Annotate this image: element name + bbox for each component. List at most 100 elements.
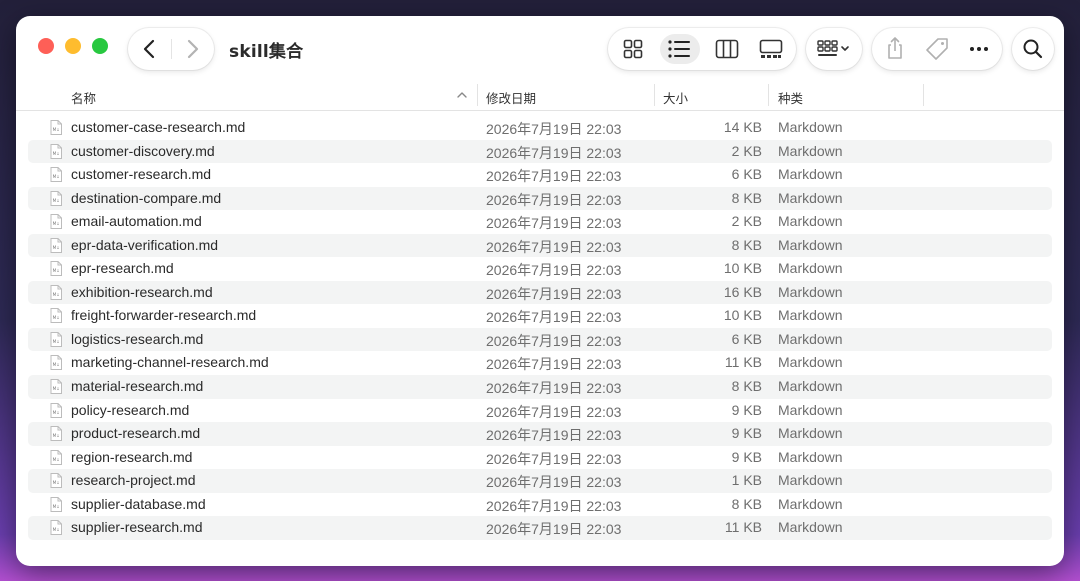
file-name: marketing-channel-research.md [71,354,269,371]
forward-button[interactable] [180,37,204,61]
share-icon [888,37,902,59]
file-row[interactable]: M↓ logistics-research.md 2026年7月19日 22:03 6… [28,327,1052,352]
file-size: 9 KB [731,425,762,442]
file-row[interactable]: M↓ customer-discovery.md 2026年7月19日 22:03 2… [28,139,1052,164]
file-row[interactable]: M↓ region-research.md 2026年7月19日 22:03 9 KB… [28,446,1052,470]
file-row[interactable]: M↓ supplier-research.md 2026年7月19日 22:03 11… [28,516,1052,540]
file-icon-label: M↓ [53,504,60,509]
column-header-size[interactable]: 大小 [663,88,688,107]
markdown-file-icon: M↓ [50,261,62,277]
search-button[interactable] [1012,28,1054,70]
file-list: M↓ customer-case-research.md 2026年7月19日 22… [28,116,1052,540]
file-kind: Markdown [778,307,843,324]
share-button[interactable] [878,34,912,64]
file-row[interactable]: M↓ material-research.md 2026年7月19日 22:03 8 … [28,375,1052,399]
file-size: 8 KB [731,236,762,253]
column-view-button[interactable] [710,34,744,64]
file-kind: Markdown [778,495,843,512]
markdown-file-icon: M↓ [50,379,62,395]
icon-view-button[interactable] [616,34,650,64]
file-row[interactable]: M↓ destination-compare.md 2026年7月19日 22:03… [28,186,1052,211]
file-icon-label: M↓ [53,127,60,132]
group-menu[interactable] [806,28,862,70]
file-modified: 2026年7月19日 22:03 [486,121,622,137]
file-row[interactable]: M↓ supplier-database.md 2026年7月19日 22:03 8 … [28,493,1052,517]
file-row[interactable]: M↓ customer-case-research.md 2026年7月19日 22… [28,116,1052,140]
file-row[interactable]: M↓ policy-research.md 2026年7月19日 22:03 9 KB… [28,399,1052,423]
navigation-group [128,28,214,70]
column-header-kind[interactable]: 种类 [778,88,803,107]
file-name: policy-research.md [71,401,190,418]
file-modified: 2026年7月19日 22:03 [486,450,622,467]
file-size: 14 KB [723,119,762,135]
file-modified: 2026年7月19日 22:03 [486,285,622,302]
file-row[interactable]: M↓ product-research.md 2026年7月19日 22:03 9 K… [28,422,1052,446]
more-button[interactable] [962,34,996,64]
column-divider[interactable] [768,84,769,106]
file-kind: Markdown [778,260,843,277]
minimize-button[interactable] [65,38,81,54]
sort-ascending-icon[interactable] [456,90,468,100]
markdown-file-icon: M↓ [50,473,62,489]
markdown-file-icon: M↓ [50,284,62,300]
grid-icon [623,39,643,59]
file-size: 6 KB [731,330,762,347]
file-modified: 2026年7月19日 22:03 [486,356,622,373]
finder-window: skill集合 名称 修改日期 大小 种类 M↓ customer-case-r… [16,16,1064,566]
column-headers: 名称 修改日期 大小 种类 [16,82,1064,111]
column-header-name[interactable]: 名称 [71,88,96,107]
list-view-button[interactable] [660,34,700,64]
file-icon-label: M↓ [53,268,60,273]
file-modified: 2026年7月19日 22:03 [486,238,622,255]
file-icon-label: M↓ [53,386,60,391]
search-icon [1023,39,1043,59]
gallery-view-button[interactable] [754,34,788,64]
markdown-file-icon: M↓ [50,331,62,347]
file-name: epr-data-verification.md [71,236,219,253]
file-kind: Markdown [778,213,843,230]
group-button[interactable] [812,34,858,64]
file-size: 8 KB [731,189,762,206]
list-icon [668,40,690,58]
file-size: 1 KB [731,472,762,489]
file-size: 2 KB [731,142,762,159]
file-modified: 2026年7月19日 22:03 [486,403,622,420]
column-divider[interactable] [477,84,478,106]
tags-button[interactable] [920,34,954,64]
file-row[interactable]: M↓ email-automation.md 2026年7月19日 22:03 2 K… [28,210,1052,234]
back-button[interactable] [138,37,162,61]
file-row[interactable]: M↓ research-project.md 2026年7月19日 22:03 1 K… [28,469,1052,493]
close-button[interactable] [38,38,54,54]
view-mode-group [608,28,796,70]
file-icon-label: M↓ [53,457,60,462]
file-size: 8 KB [731,378,762,395]
toolbar: skill集合 [16,16,1064,82]
file-kind: Markdown [778,354,843,371]
file-name: email-automation.md [71,213,202,230]
gallery-icon [759,39,783,58]
file-row[interactable]: M↓ freight-forwarder-research.md 2026年7月19… [28,304,1052,328]
file-row[interactable]: M↓ epr-data-verification.md 2026年7月19日 22:… [28,233,1052,258]
file-modified: 2026年7月19日 22:03 [486,262,622,279]
file-row[interactable]: M↓ epr-research.md 2026年7月19日 22:03 10 KB Ma… [28,257,1052,281]
file-name: logistics-research.md [71,330,204,347]
file-icon-label: M↓ [53,174,60,179]
chevron-right-icon [187,39,199,59]
file-size: 6 KB [731,166,762,183]
file-icon-label: M↓ [53,198,60,203]
file-icon-label: M↓ [53,221,60,226]
file-row[interactable]: M↓ exhibition-research.md 2026年7月19日 22:03… [28,280,1052,305]
zoom-button[interactable] [92,38,108,54]
file-name: supplier-database.md [71,495,206,512]
file-name: product-research.md [71,425,201,442]
column-divider[interactable] [923,84,924,106]
file-icon-label: M↓ [53,315,60,320]
file-size: 11 KB [724,519,762,536]
column-divider[interactable] [654,84,655,106]
column-header-modified[interactable]: 修改日期 [486,88,536,107]
file-row[interactable]: M↓ customer-research.md 2026年7月19日 22:03 6 … [28,163,1052,187]
file-modified: 2026年7月19日 22:03 [486,380,622,397]
group-icon [817,40,849,56]
file-row[interactable]: M↓ marketing-channel-research.md 2026年7月19… [28,351,1052,375]
file-size: 9 KB [731,401,762,418]
